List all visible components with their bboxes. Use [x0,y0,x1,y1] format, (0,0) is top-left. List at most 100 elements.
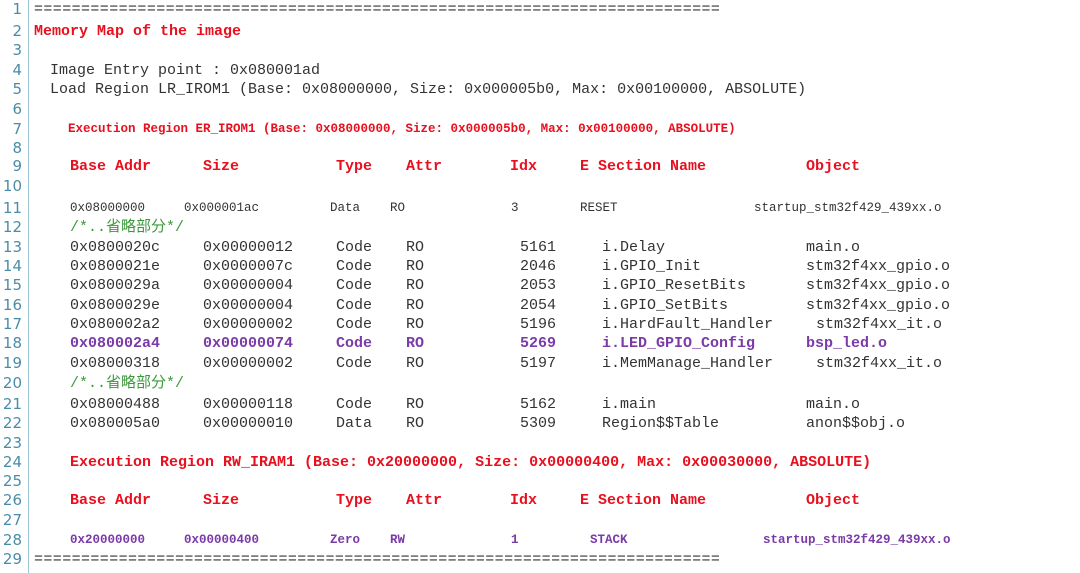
cell-object: bsp_led.o [806,335,888,352]
cell-object: startup_stm32f429_439xx.o [763,533,951,547]
cell-attr: RO [406,239,425,256]
header-idx: Idx [510,492,538,509]
cell-type: Zero [330,533,361,547]
cell-idx: 2053 [520,277,557,294]
cell-attr: RO [406,258,425,275]
cell-section: Region$$Table [602,415,720,432]
cell-type: Code [336,258,373,275]
cell-object: stm32f4xx_it.o [816,355,943,372]
line-number: 2 [12,22,22,40]
line-number: 14 [2,257,22,275]
execution-region-iram1: Execution Region RW_IRAM1 (Base: 0x20000… [70,454,872,471]
cell-object: main.o [806,396,861,413]
line-number: 13 [2,238,22,256]
line-number: 12 [2,218,22,236]
line-number: 4 [12,61,22,79]
cell-base-addr: 0x20000000 [70,533,146,547]
cell-base-addr: 0x0800021e [70,258,161,275]
cell-section: i.Delay [602,239,666,256]
line-number: 17 [2,315,22,333]
line-number: 24 [2,453,22,471]
cell-size: 0x00000400 [184,533,260,547]
cell-attr: RW [390,533,406,547]
execution-region-irom1: Execution Region ER_IROM1 (Base: 0x08000… [68,122,736,136]
line-number: 16 [2,296,22,314]
line-number: 19 [2,354,22,372]
cell-type: Data [330,201,361,215]
cell-idx: 5197 [520,355,557,372]
cell-section: STACK [590,533,628,547]
cell-section: i.GPIO_SetBits [602,297,729,314]
cell-base-addr: 0x0800029e [70,297,161,314]
cell-size: 0x0000007c [203,258,294,275]
separator-top: ========================================… [34,1,721,18]
omitted-comment-2: /*..省略部分*/ [70,375,185,392]
cell-attr: RO [406,277,425,294]
cell-object: startup_stm32f429_439xx.o [754,201,942,215]
cell-size: 0x000001ac [184,201,260,215]
header-base-addr: Base Addr [70,492,152,509]
cell-type: Code [336,239,373,256]
cell-base-addr: 0x080005a0 [70,415,161,432]
line-number: 22 [2,414,22,432]
cell-size: 0x00000074 [203,335,294,352]
load-region: Load Region LR_IROM1 (Base: 0x08000000, … [50,81,807,98]
cell-attr: RO [406,355,425,372]
cell-idx: 3 [511,201,519,215]
cell-attr: RO [406,396,425,413]
gutter-divider [28,0,29,573]
line-number: 26 [2,491,22,509]
cell-object: stm32f4xx_gpio.o [806,297,951,314]
cell-attr: RO [406,335,425,352]
cell-object: stm32f4xx_it.o [816,316,943,333]
cell-type: Code [336,396,373,413]
line-number: 1 [12,0,22,18]
cell-object: anon$$obj.o [806,415,906,432]
cell-idx: 5309 [520,415,557,432]
omitted-comment-1: /*..省略部分*/ [70,219,185,236]
line-number: 5 [12,80,22,98]
cell-size: 0x00000002 [203,355,294,372]
header-size: Size [203,158,240,175]
cell-size: 0x00000004 [203,297,294,314]
cell-type: Code [336,355,373,372]
cell-idx: 2046 [520,258,557,275]
header-type: Type [336,492,373,509]
cell-section: i.HardFault_Handler [602,316,774,333]
cell-type: Code [336,335,373,352]
cell-idx: 5269 [520,335,557,352]
header-base-addr: Base Addr [70,158,152,175]
cell-attr: RO [406,316,425,333]
cell-size: 0x00000004 [203,277,294,294]
cell-idx: 5162 [520,396,557,413]
line-number: 28 [2,531,22,549]
cell-attr: RO [406,297,425,314]
memory-map-title: Memory Map of the image [34,23,242,40]
line-number: 7 [12,120,22,138]
line-number: 23 [2,434,22,452]
cell-idx: 5196 [520,316,557,333]
cell-size: 0x00000010 [203,415,294,432]
line-number: 9 [12,157,22,175]
cell-section: RESET [580,201,618,215]
cell-type: Code [336,297,373,314]
header-section-name: E Section Name [580,158,707,175]
cell-section: i.main [602,396,657,413]
line-number: 21 [2,395,22,413]
cell-base-addr: 0x080002a4 [70,335,161,352]
cell-attr: RO [406,415,425,432]
line-number: 8 [12,139,22,157]
cell-idx: 5161 [520,239,557,256]
line-number: 3 [12,41,22,59]
cell-type: Data [336,415,373,432]
line-number: 27 [2,511,22,529]
cell-section: i.GPIO_ResetBits [602,277,747,294]
separator-bottom: ========================================… [34,551,721,568]
cell-type: Code [336,277,373,294]
line-number: 20 [2,374,22,392]
line-number: 25 [2,472,22,490]
header-section-name: E Section Name [580,492,707,509]
header-type: Type [336,158,373,175]
header-attr: Attr [406,158,443,175]
cell-attr: RO [390,201,406,215]
